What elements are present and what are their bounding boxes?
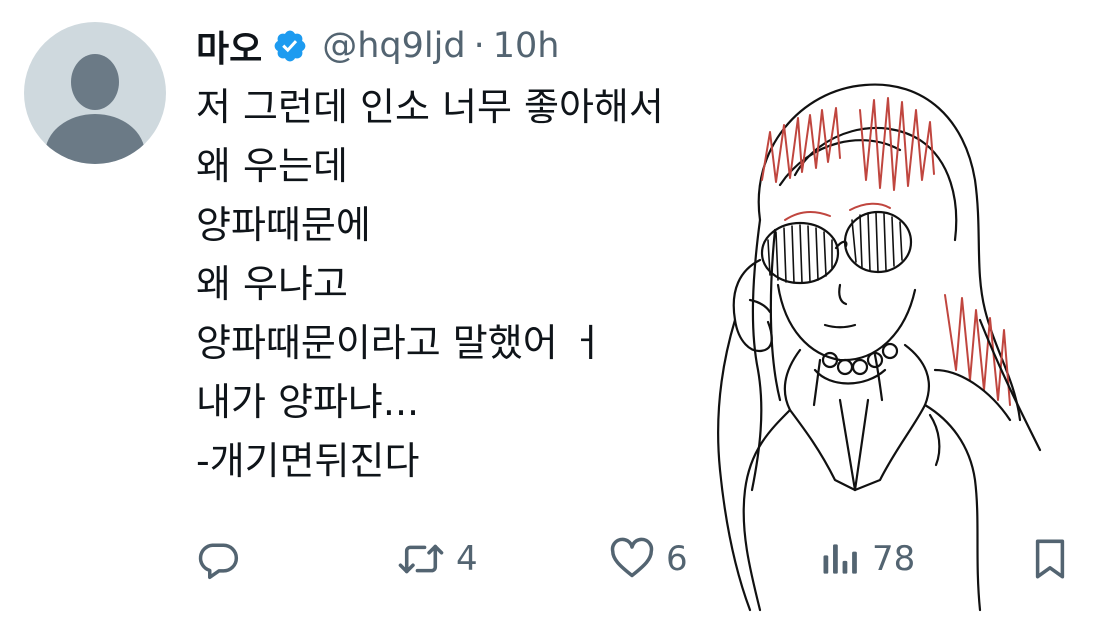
- hair-strand-right: [978, 318, 1042, 452]
- separator-dot: ·: [473, 26, 485, 66]
- retweet-icon: [396, 537, 446, 581]
- reply-button[interactable]: [196, 534, 240, 584]
- tweet-line: 저 그런데 인소 너무 좋아해서: [196, 85, 664, 129]
- like-count: 6: [666, 539, 688, 579]
- avatar-shoulders: [45, 114, 145, 164]
- tweet-time[interactable]: 10h: [493, 26, 560, 66]
- action-bar: 4 6 78: [0, 534, 1099, 584]
- hair-scribble-right: [944, 294, 1011, 406]
- jacket-left-lapel: [783, 348, 857, 492]
- views-button[interactable]: 78: [818, 534, 915, 584]
- views-icon: [818, 537, 862, 581]
- jacket-inner: [838, 398, 870, 492]
- tweet-text: 저 그런데 인소 너무 좋아해서 왜 우는데 양파때문에 왜 우냐고 양파때문이…: [196, 78, 664, 491]
- author-name[interactable]: 마오: [196, 20, 262, 72]
- bookmark-button[interactable]: [1028, 534, 1072, 584]
- tweet-line: 양파때문에: [196, 203, 371, 247]
- necklace-bead: [881, 342, 899, 360]
- views-count: 78: [872, 539, 916, 579]
- nose-mouth: [823, 283, 857, 329]
- like-button[interactable]: 6: [608, 534, 688, 584]
- jacket-fold: [928, 413, 941, 467]
- hair-outline: [757, 83, 1022, 422]
- tweet-header: 마오 @hq9ljd · 10h: [196, 18, 559, 74]
- necklace-bead: [851, 358, 869, 376]
- retweet-button[interactable]: 4: [396, 534, 478, 584]
- bookmark-icon: [1028, 536, 1072, 582]
- tweet-line: 왜 우냐고: [196, 262, 348, 306]
- hair-scribble-top: [859, 97, 935, 191]
- avatar[interactable]: [24, 22, 166, 164]
- face-contour: [776, 283, 917, 362]
- retweet-count: 4: [456, 539, 478, 579]
- hair-left-strand: [769, 228, 782, 402]
- tweet-line: 내가 양파냐...: [196, 380, 420, 424]
- author-handle[interactable]: @hq9ljd: [322, 26, 465, 66]
- tweet-line: 왜 우는데: [196, 144, 348, 188]
- lens-shading-right: [851, 212, 903, 273]
- verified-badge-icon[interactable]: [272, 28, 308, 64]
- tweet-line: 양파때문이라고 말했어 ㅓ: [196, 321, 605, 365]
- necklace-bead: [836, 358, 854, 376]
- avatar-head: [71, 54, 119, 110]
- reply-icon: [196, 537, 240, 581]
- lens-shading-left: [767, 224, 833, 284]
- heart-icon: [608, 537, 656, 581]
- tweet-line: -개기면뒤진다: [196, 439, 420, 483]
